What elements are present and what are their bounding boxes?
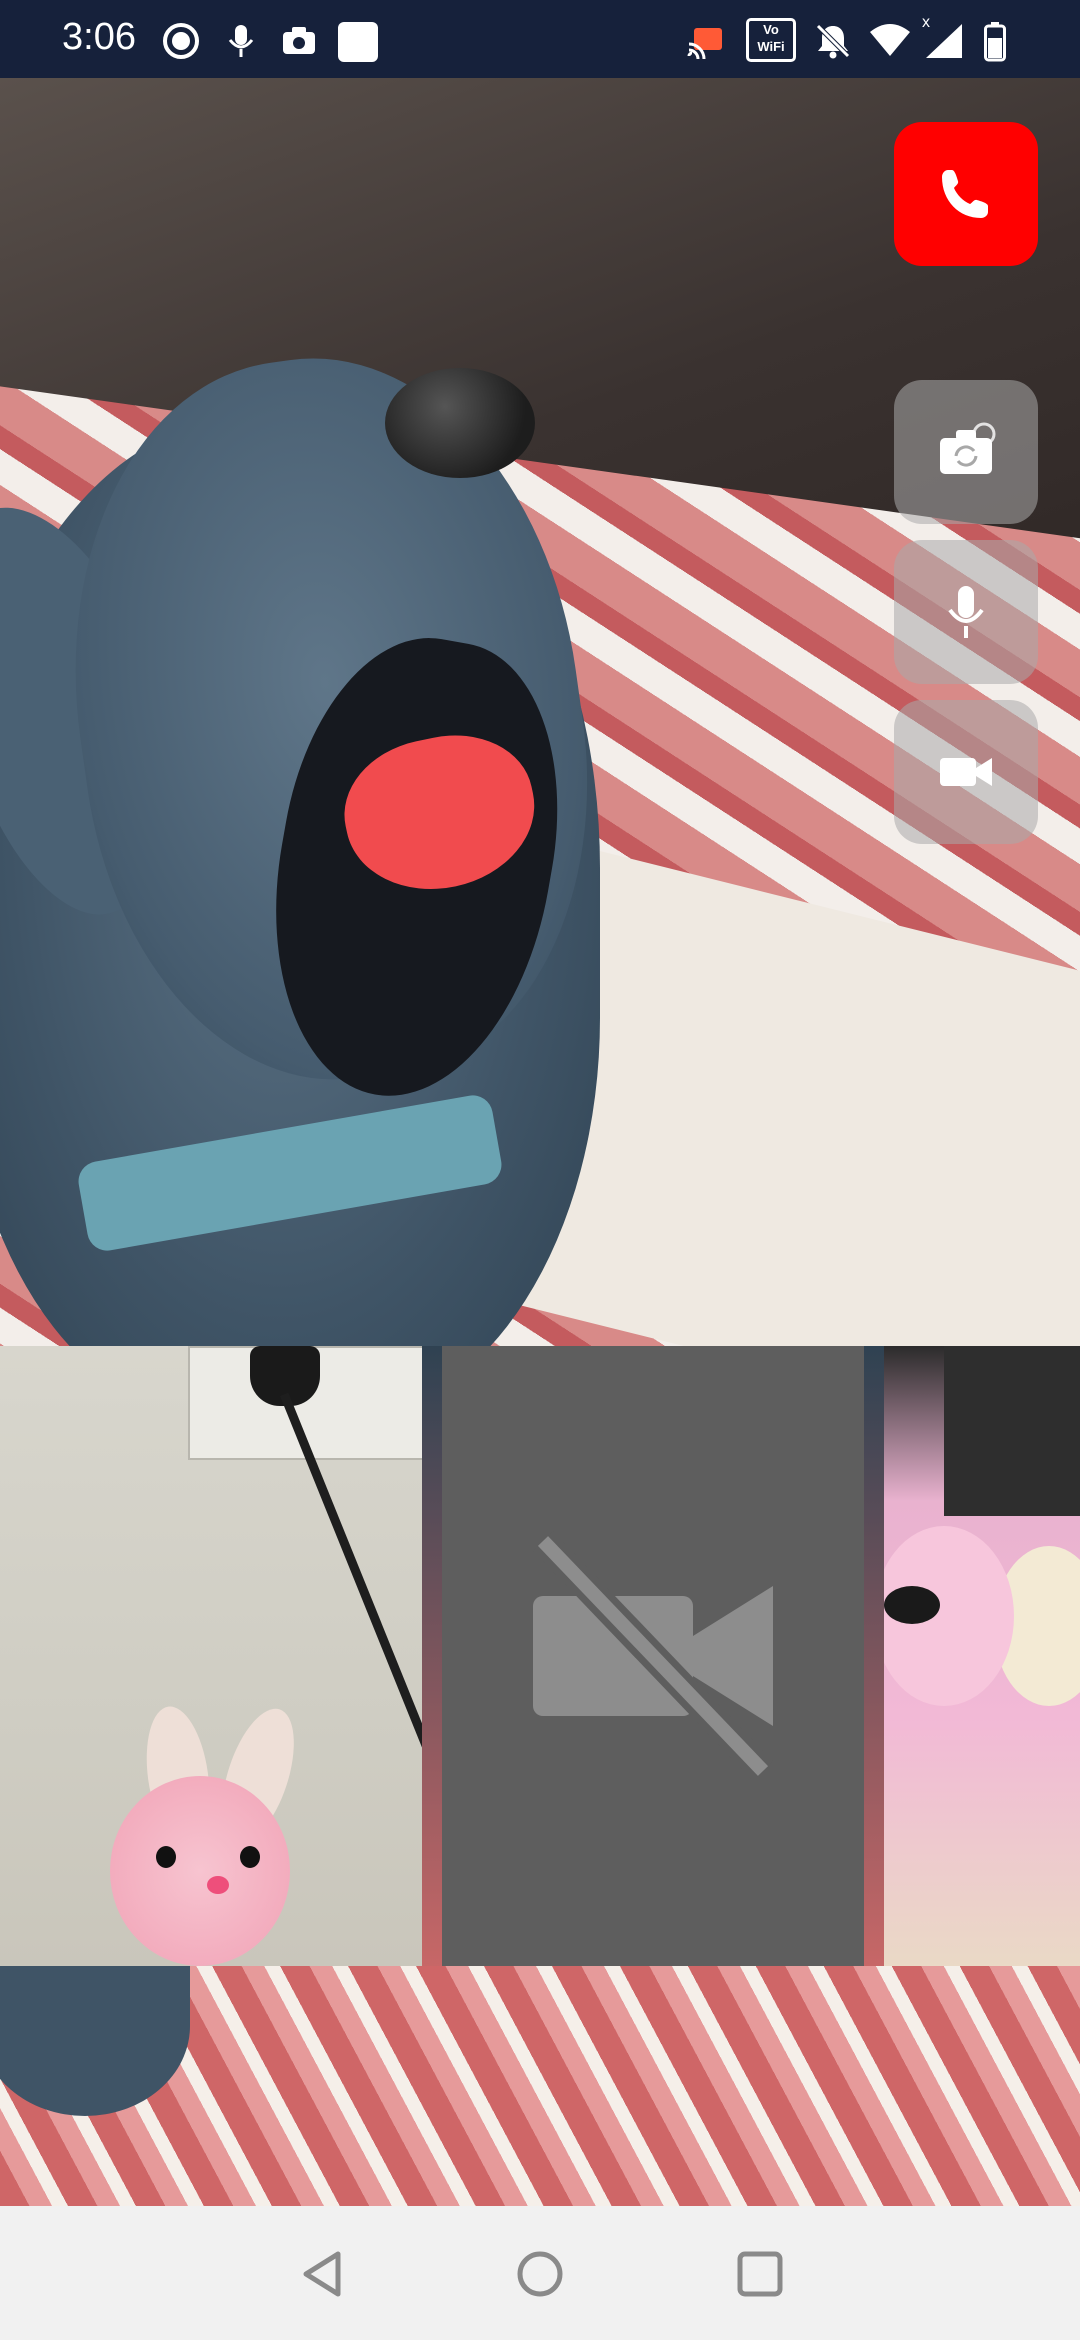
video-call-screen: 3:06 Vo WiFi x [0, 0, 1080, 2340]
video-icon [940, 758, 992, 786]
plush-toy-paw [0, 1966, 190, 2116]
switch-camera-button[interactable] [894, 380, 1038, 524]
video-lower-area [0, 1966, 1080, 2206]
bunny-face [110, 1776, 290, 1966]
mic-icon [222, 22, 260, 60]
thumb-gap [422, 1346, 442, 1966]
bell-off-icon [814, 22, 852, 60]
signal-icon: x [922, 14, 966, 60]
vowifi-bottom-label: WiFi [757, 39, 785, 54]
video-off-icon [532, 1531, 774, 1781]
participant-strip [0, 1346, 1080, 1966]
square-app-icon [338, 22, 378, 62]
video-button[interactable] [894, 700, 1038, 844]
cast-icon [686, 22, 724, 60]
recents-icon [737, 2251, 783, 2297]
battery-icon [984, 22, 1006, 62]
back-icon [303, 2251, 341, 2297]
camera-icon [280, 22, 318, 60]
bunny-eye-left [156, 1846, 176, 1868]
teddy-nose [884, 1586, 940, 1624]
navigation-bar [0, 2206, 1080, 2340]
mic-icon [948, 586, 984, 638]
bunny-eye-right [240, 1846, 260, 1868]
thumb-gap [864, 1346, 884, 1966]
recents-button[interactable] [730, 2244, 790, 2304]
thumb-cable [280, 1385, 422, 1953]
status-time: 3:06 [62, 16, 136, 58]
participant-thumb-3[interactable] [884, 1346, 1080, 1966]
plush-toy-nose [385, 368, 535, 478]
signal-marker: x [922, 14, 930, 31]
status-bar: 3:06 Vo WiFi x [0, 0, 1080, 78]
vowifi-icon: Vo WiFi [746, 18, 796, 62]
wifi-icon [868, 22, 912, 60]
thumb-door [944, 1346, 1080, 1516]
participant-thumb-2[interactable] [442, 1346, 864, 1966]
phone-icon [942, 170, 988, 218]
home-icon [517, 2251, 563, 2297]
bunny-nose [207, 1876, 229, 1894]
end-call-button[interactable] [894, 122, 1038, 266]
camera-flip-icon [940, 422, 996, 474]
home-button[interactable] [510, 2244, 570, 2304]
record-icon [162, 22, 200, 60]
participant-thumb-1[interactable] [0, 1346, 422, 1966]
back-button[interactable] [292, 2244, 352, 2304]
microphone-button[interactable] [894, 540, 1038, 684]
vowifi-top-label: Vo [763, 22, 779, 37]
